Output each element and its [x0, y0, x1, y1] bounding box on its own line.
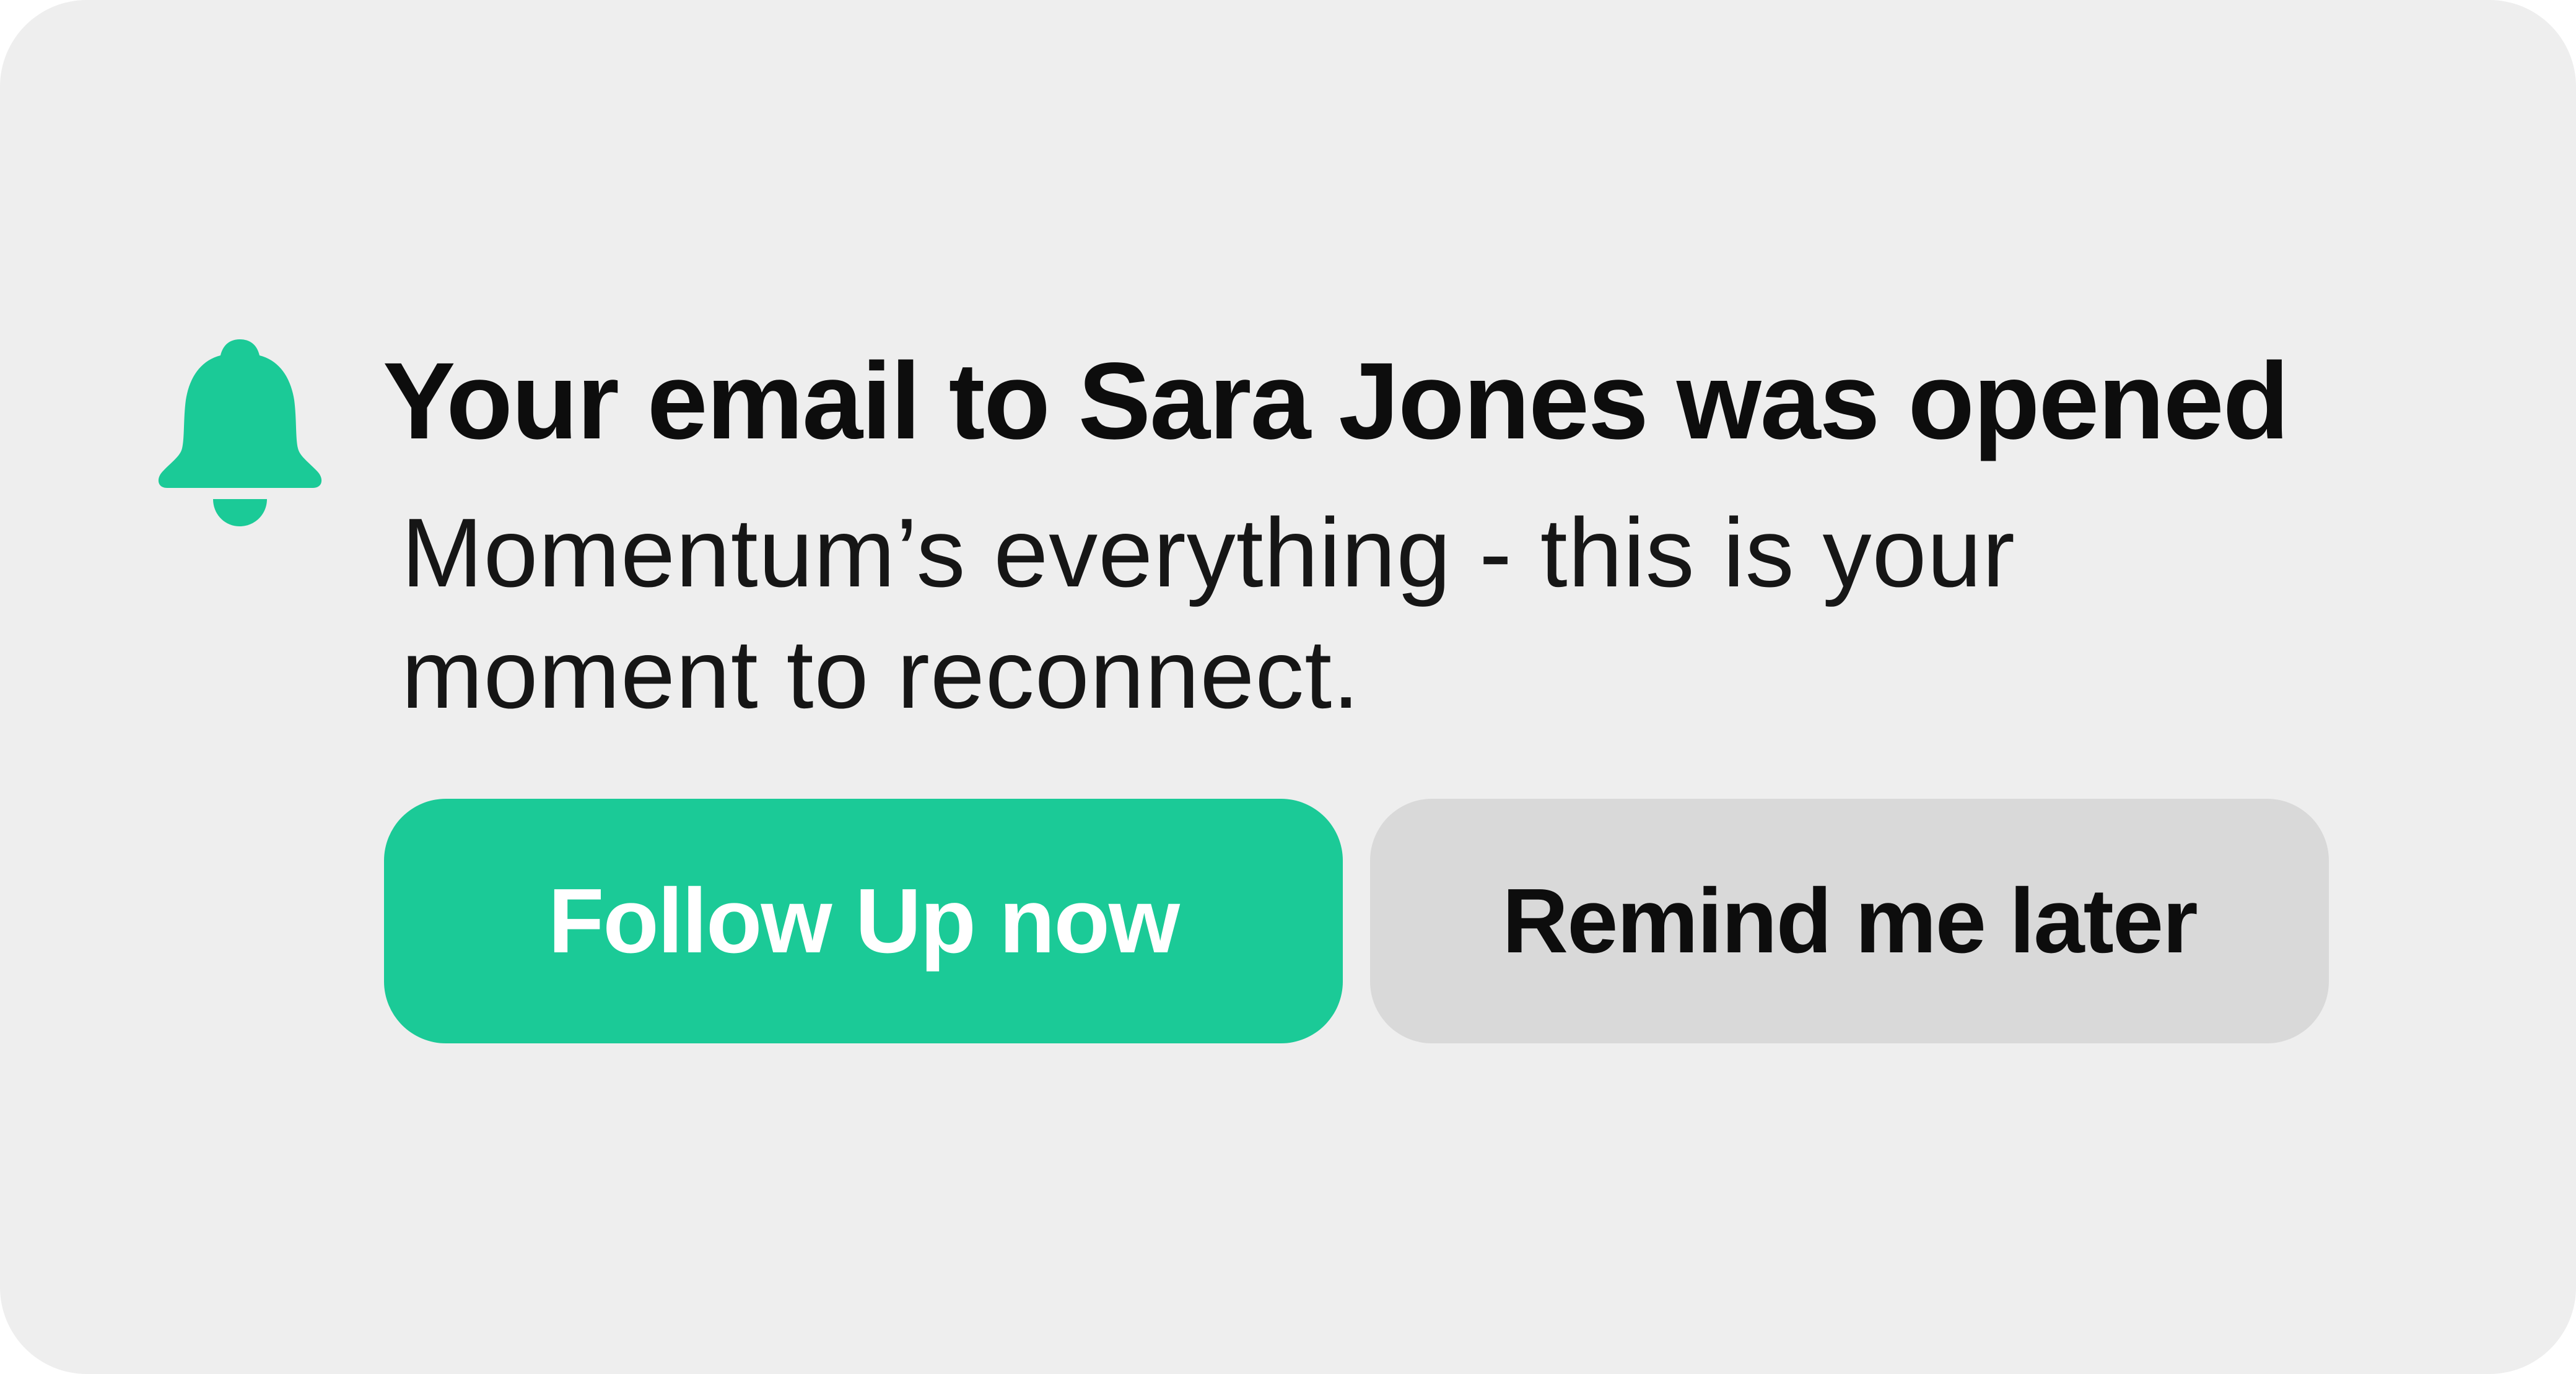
notification-title: Your email to Sara Jones was opened	[383, 341, 2289, 462]
notification-message: Momentum’s everything - this is your mom…	[401, 498, 2015, 729]
remind-me-later-button[interactable]: Remind me later	[1370, 799, 2329, 1043]
notification-card: Your email to Sara Jones was opened Mome…	[0, 0, 2576, 1374]
bell-icon	[155, 339, 325, 528]
follow-up-now-button[interactable]: Follow Up now	[384, 799, 1343, 1043]
